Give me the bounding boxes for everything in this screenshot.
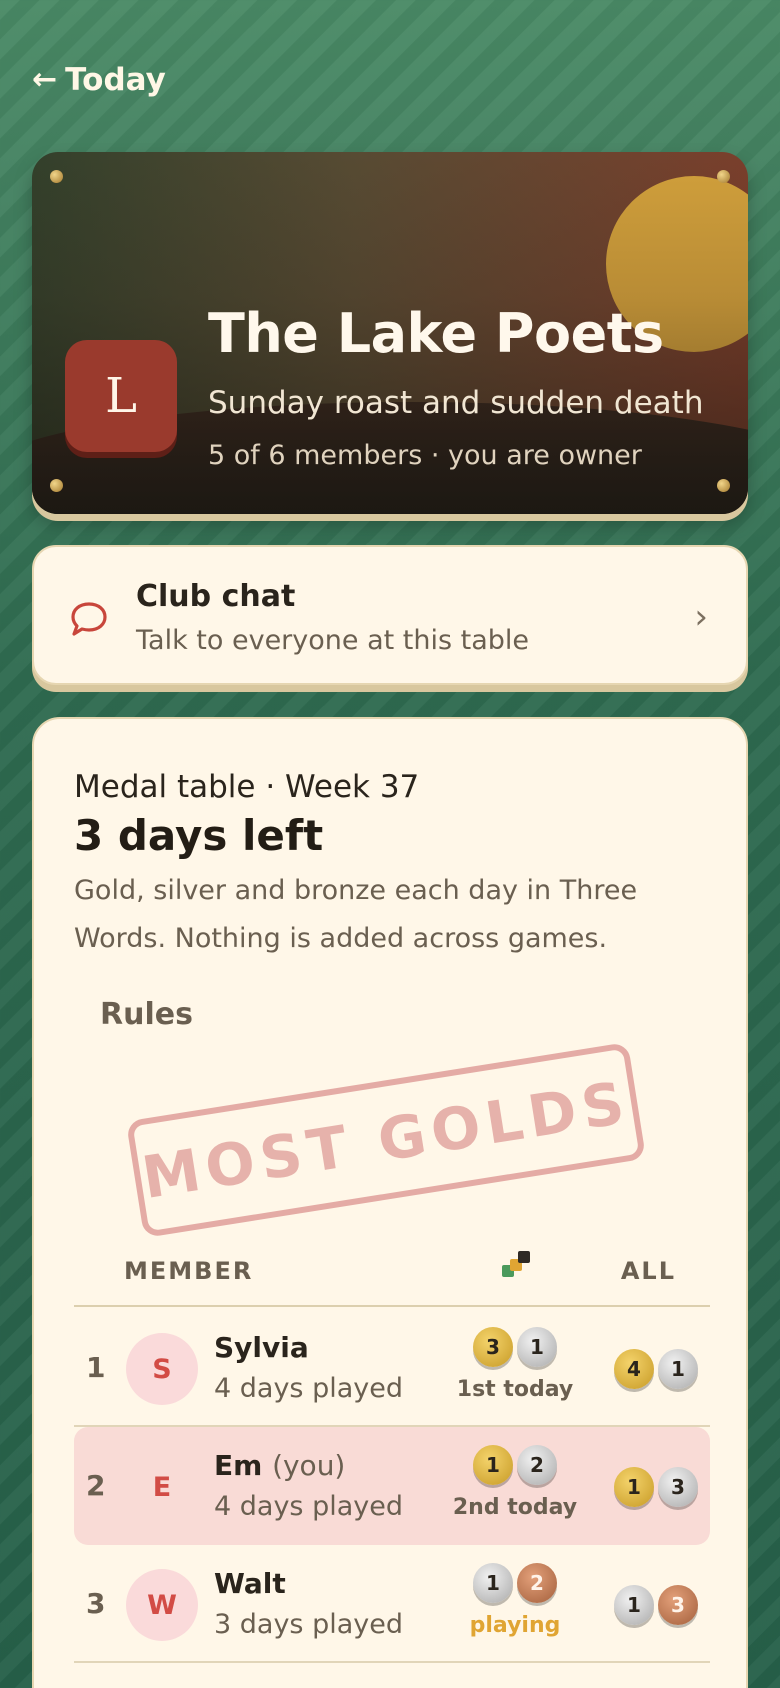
avatar: E: [152, 1471, 172, 1503]
rules-link[interactable]: Rules: [100, 997, 193, 1032]
back-label: Today: [65, 62, 166, 98]
member-name-text: Sylvia: [214, 1331, 309, 1364]
countdown: 3 days left: [74, 811, 324, 860]
club-chat-card[interactable]: Club chat Talk to everyone at this table…: [32, 545, 748, 685]
arrow-left-icon: ←: [32, 62, 58, 97]
three-words-game-icon: [498, 1249, 532, 1287]
chevron-right-icon: ›: [694, 597, 708, 637]
silver-medal-icon: 1: [473, 1563, 513, 1603]
bronze-medal-icon: 3: [658, 1585, 698, 1625]
medal-table-card: Medal table · Week 37 3 days left Gold, …: [32, 717, 748, 1688]
rank: 1: [86, 1351, 106, 1384]
back-button[interactable]: ← Today: [32, 62, 166, 98]
days-played: 3 days played: [214, 1609, 403, 1640]
days-played: 4 days played: [214, 1491, 403, 1522]
chat-subtitle: Talk to everyone at this table: [136, 625, 530, 656]
today-status: 1st today: [456, 1377, 574, 1402]
medal-table-description: Gold, silver and bronze each day in Thre…: [74, 875, 638, 954]
you-tag: (you): [272, 1449, 346, 1482]
member-name: Em (you): [214, 1449, 345, 1482]
silver-medal-icon: 1: [517, 1327, 557, 1367]
club-tagline: Sunday roast and sudden death: [208, 385, 704, 421]
club-meta: 5 of 6 members · you are owner: [208, 440, 642, 471]
rivet-icon: [50, 170, 63, 183]
all-medals: 13: [614, 1585, 698, 1625]
most-golds-stamp: MOST GOLDS: [125, 1041, 647, 1239]
stamp-text: MOST GOLDS: [137, 1067, 635, 1213]
silver-medal-icon: 1: [614, 1585, 654, 1625]
medal-table-heading: Medal table · Week 37: [74, 769, 420, 805]
all-medals: 41: [614, 1349, 698, 1389]
rank: 3: [86, 1587, 106, 1620]
rivet-icon: [50, 479, 63, 492]
gold-medal-icon: 1: [473, 1445, 513, 1485]
table-header: MEMBER ALL: [74, 1251, 710, 1307]
member-name: Sylvia: [214, 1331, 309, 1364]
today-status: 2nd today: [452, 1495, 578, 1520]
today-medals: 12: [450, 1563, 580, 1603]
club-header-card: L The Lake Poets Sunday roast and sudden…: [32, 152, 748, 514]
column-member: MEMBER: [124, 1257, 254, 1285]
avatar: S: [126, 1333, 198, 1405]
rivet-icon: [717, 170, 730, 183]
speech-bubble-icon: [70, 601, 108, 641]
avatar: W: [126, 1569, 198, 1641]
all-medals: 13: [614, 1467, 698, 1507]
gold-medal-icon: 1: [614, 1467, 654, 1507]
gold-medal-icon: 3: [473, 1327, 513, 1367]
days-played: 4 days played: [214, 1373, 403, 1404]
member-name-text: Walt: [214, 1567, 286, 1600]
today-medals: 12: [450, 1445, 580, 1485]
table-row[interactable]: 1 S Sylvia 4 days played 3 1 1st today 4 1: [74, 1309, 710, 1427]
silver-medal-icon: 3: [658, 1467, 698, 1507]
member-name-text: Em: [214, 1449, 263, 1482]
gold-medal-icon: 4: [614, 1349, 654, 1389]
table-row[interactable]: 3 W Walt 3 days played 1 2 playing 1 3: [74, 1545, 710, 1663]
member-name: Walt: [214, 1567, 286, 1600]
today-medals: 31: [450, 1327, 580, 1367]
rank: 2: [86, 1469, 106, 1502]
silver-medal-icon: 1: [658, 1349, 698, 1389]
club-logo: L: [65, 340, 177, 452]
table-row[interactable]: 2 E Em (you) 4 days played 1 2 2nd today 1 3: [74, 1427, 710, 1545]
club-name: The Lake Poets: [208, 302, 664, 365]
column-all: ALL: [620, 1257, 676, 1285]
silver-medal-icon: 2: [517, 1445, 557, 1485]
today-status: playing: [469, 1613, 561, 1638]
rivet-icon: [717, 479, 730, 492]
chat-title: Club chat: [136, 579, 296, 614]
bronze-medal-icon: 2: [517, 1563, 557, 1603]
